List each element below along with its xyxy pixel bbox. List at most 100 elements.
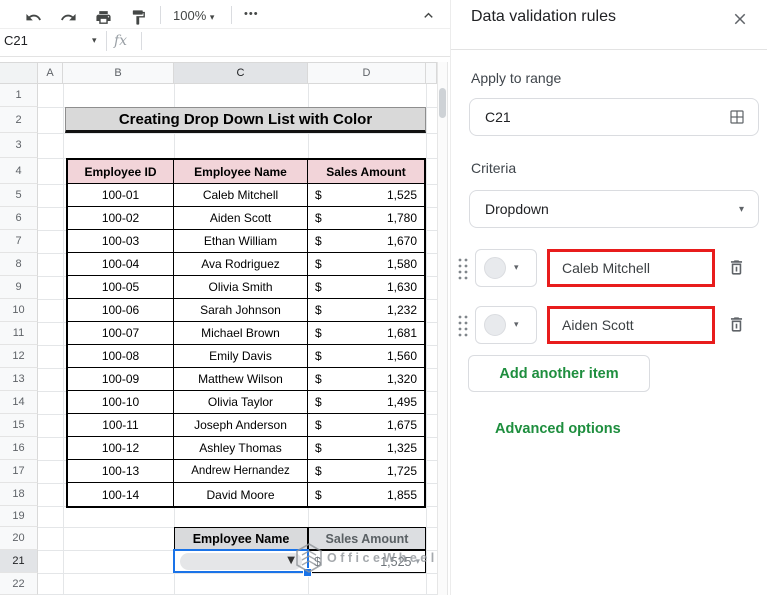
cell-amount[interactable]: $1,560 xyxy=(308,345,424,367)
item-color-picker[interactable]: ▾ xyxy=(475,249,537,287)
row-header-13[interactable]: 13 xyxy=(0,368,38,391)
cell-amount[interactable]: $1,681 xyxy=(308,322,424,344)
name-box-caret-icon[interactable]: ▾ xyxy=(92,36,97,46)
drag-handle-icon[interactable] xyxy=(457,257,469,281)
cell-name[interactable]: Olivia Taylor xyxy=(174,391,308,413)
row-header-9[interactable]: 9 xyxy=(0,276,38,299)
select-range-grid-icon[interactable] xyxy=(728,108,758,126)
cell-amount[interactable]: $1,495 xyxy=(308,391,424,413)
row-header-16[interactable]: 16 xyxy=(0,437,38,460)
column-header-a[interactable]: A xyxy=(38,62,63,84)
header-sales-amount[interactable]: Sales Amount xyxy=(308,160,424,183)
column-header-d[interactable]: D xyxy=(308,62,426,84)
in-cell-dropdown-chip[interactable]: ▼ xyxy=(180,553,302,570)
cell-amount[interactable]: $1,320 xyxy=(308,368,424,390)
delete-item-icon[interactable] xyxy=(727,258,747,278)
item-color-picker[interactable]: ▾ xyxy=(475,306,537,344)
row-header-17[interactable]: 17 xyxy=(0,460,38,483)
cell-name[interactable]: Ava Rodriguez xyxy=(174,253,308,275)
header-employee-name[interactable]: Employee Name xyxy=(174,160,308,183)
cell-name[interactable]: Andrew Hernandez xyxy=(174,460,308,482)
cell-name[interactable]: Emily Davis xyxy=(174,345,308,367)
row-header-12[interactable]: 12 xyxy=(0,345,38,368)
cell-name[interactable]: Sarah Johnson xyxy=(174,299,308,321)
cell-id[interactable]: 100-11 xyxy=(68,414,174,436)
delete-item-icon[interactable] xyxy=(727,315,747,335)
cell-id[interactable]: 100-09 xyxy=(68,368,174,390)
undo-icon[interactable] xyxy=(23,7,43,27)
cell-amount[interactable]: $1,725 xyxy=(308,460,424,482)
cell-id[interactable]: 100-02 xyxy=(68,207,174,229)
cell-id[interactable]: 100-08 xyxy=(68,345,174,367)
dropdown-item-row: ▾ Caleb Mitchell xyxy=(451,249,767,287)
cell-name[interactable]: David Moore xyxy=(174,483,308,506)
zoom-level-select[interactable]: 100% ▾ xyxy=(173,8,214,23)
cell-id[interactable]: 100-06 xyxy=(68,299,174,321)
paint-format-icon[interactable] xyxy=(128,7,148,27)
row-header-5[interactable]: 5 xyxy=(0,184,38,207)
row-header-18[interactable]: 18 xyxy=(0,483,38,506)
row-header-3[interactable]: 3 xyxy=(0,133,38,158)
sheet-scrollbar-track[interactable] xyxy=(437,62,448,595)
row-header-1[interactable]: 1 xyxy=(0,84,38,107)
more-icon[interactable]: ••• xyxy=(244,8,259,20)
column-header-c[interactable]: C xyxy=(174,62,308,84)
add-another-item-button[interactable]: Add another item xyxy=(468,355,650,392)
row-header-21[interactable]: 21 xyxy=(0,550,38,573)
header-employee-id[interactable]: Employee ID xyxy=(68,160,174,183)
row-header-8[interactable]: 8 xyxy=(0,253,38,276)
sheet-scrollbar-thumb[interactable] xyxy=(439,88,446,118)
cell-amount[interactable]: $1,670 xyxy=(308,230,424,252)
cell-name[interactable]: Michael Brown xyxy=(174,322,308,344)
cell-amount[interactable]: $1,525 xyxy=(308,184,424,206)
criteria-select[interactable]: Dropdown ▾ xyxy=(469,190,759,228)
cell-name[interactable]: Ethan William xyxy=(174,230,308,252)
cell-amount[interactable]: $1,325 xyxy=(308,437,424,459)
cell-name[interactable]: Matthew Wilson xyxy=(174,368,308,390)
drag-handle-icon[interactable] xyxy=(457,314,469,338)
row-header-20[interactable]: 20 xyxy=(0,527,38,550)
row-header-22[interactable]: 22 xyxy=(0,573,38,595)
row-header-11[interactable]: 11 xyxy=(0,322,38,345)
item-value-input[interactable]: Caleb Mitchell xyxy=(547,249,715,287)
column-header-b[interactable]: B xyxy=(63,62,174,84)
cell-id[interactable]: 100-14 xyxy=(68,483,174,506)
item-value-input[interactable]: Aiden Scott xyxy=(547,306,715,344)
row-header-14[interactable]: 14 xyxy=(0,391,38,414)
cell-name[interactable]: Caleb Mitchell xyxy=(174,184,308,206)
cell-amount[interactable]: $1,855 xyxy=(308,483,424,506)
row-header-10[interactable]: 10 xyxy=(0,299,38,322)
cell-id[interactable]: 100-05 xyxy=(68,276,174,298)
cell-amount[interactable]: $1,675 xyxy=(308,414,424,436)
row-header-4[interactable]: 4 xyxy=(0,158,38,184)
cell-amount[interactable]: $1,630 xyxy=(308,276,424,298)
cell-id[interactable]: 100-12 xyxy=(68,437,174,459)
cell-name[interactable]: Aiden Scott xyxy=(174,207,308,229)
cell-id[interactable]: 100-10 xyxy=(68,391,174,413)
cell-amount[interactable]: $1,232 xyxy=(308,299,424,321)
cell-name[interactable]: Joseph Anderson xyxy=(174,414,308,436)
cell-amount[interactable]: $1,780 xyxy=(308,207,424,229)
row-header-19[interactable]: 19 xyxy=(0,506,38,527)
cell-amount[interactable]: $1,580 xyxy=(308,253,424,275)
select-all-corner[interactable] xyxy=(0,62,38,84)
cell-id[interactable]: 100-07 xyxy=(68,322,174,344)
cell-name[interactable]: Olivia Smith xyxy=(174,276,308,298)
range-input[interactable]: C21 xyxy=(469,98,759,136)
mini-header-employee-name[interactable]: Employee Name xyxy=(174,527,308,550)
name-box[interactable]: C21 xyxy=(4,33,28,48)
cell-id[interactable]: 100-13 xyxy=(68,460,174,482)
cell-id[interactable]: 100-01 xyxy=(68,184,174,206)
cell-id[interactable]: 100-04 xyxy=(68,253,174,275)
close-icon[interactable] xyxy=(731,10,749,28)
row-header-6[interactable]: 6 xyxy=(0,207,38,230)
row-header-15[interactable]: 15 xyxy=(0,414,38,437)
collapse-toolbar-icon[interactable] xyxy=(418,5,438,25)
cell-name[interactable]: Ashley Thomas xyxy=(174,437,308,459)
cell-id[interactable]: 100-03 xyxy=(68,230,174,252)
redo-icon[interactable] xyxy=(58,7,78,27)
advanced-options-link[interactable]: Advanced options xyxy=(495,421,621,437)
print-icon[interactable] xyxy=(93,7,113,27)
row-header-2[interactable]: 2 xyxy=(0,107,38,133)
row-header-7[interactable]: 7 xyxy=(0,230,38,253)
